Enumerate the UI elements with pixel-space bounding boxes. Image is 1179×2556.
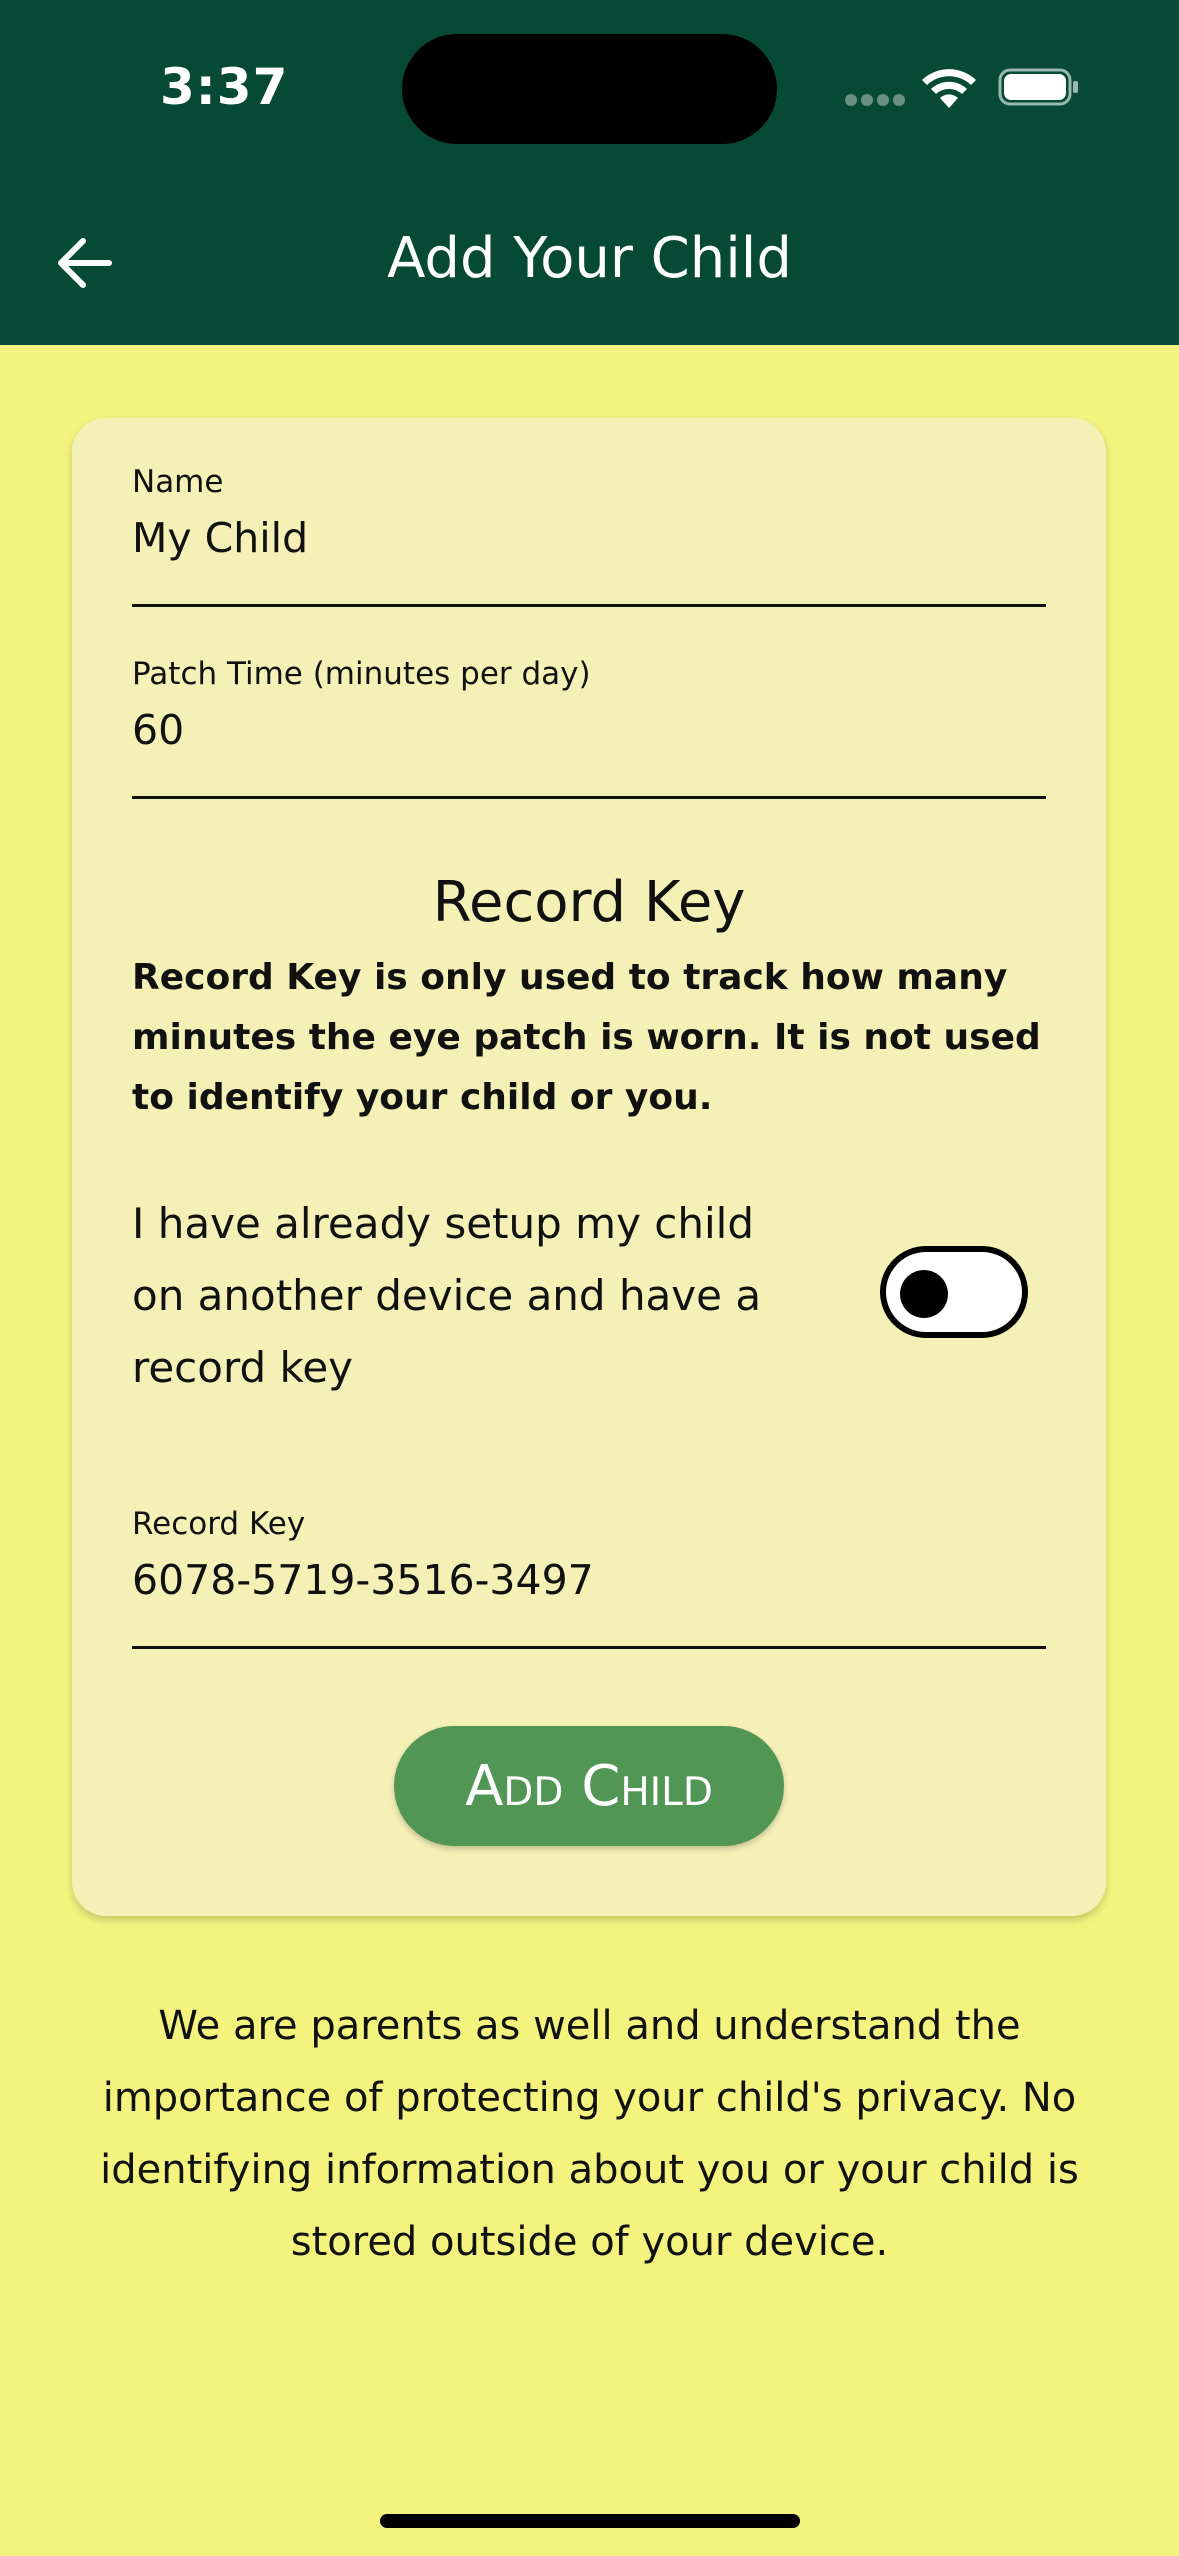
record-key-description: Record Key is only used to track how man… xyxy=(132,957,1041,1118)
page-title: Add Your Child xyxy=(387,226,792,291)
battery-icon xyxy=(998,68,1078,106)
record-key-heading: Record Key xyxy=(432,870,746,935)
record-key-input[interactable] xyxy=(132,1552,1046,1608)
patch-time-field-label: Patch Time (minutes per day) xyxy=(132,656,591,692)
existing-key-toggle[interactable] xyxy=(880,1246,1028,1338)
record-key-field[interactable]: Record Key xyxy=(132,1500,1046,1670)
name-field[interactable]: Name xyxy=(132,458,1046,628)
name-field-label: Name xyxy=(132,464,224,500)
record-key-field-underline xyxy=(132,1646,1046,1649)
add-child-card: Name Patch Time (minutes per day) Record… xyxy=(72,418,1106,1916)
cellular-signal-icon xyxy=(845,94,905,108)
patch-time-field-underline xyxy=(132,796,1046,799)
name-input[interactable] xyxy=(132,510,1046,566)
status-time: 3:37 xyxy=(160,58,289,116)
toggle-knob xyxy=(900,1270,948,1318)
wifi-icon xyxy=(922,69,976,108)
privacy-note: We are parents as well and understand th… xyxy=(100,2003,1079,2265)
app-header: 3:37 Add Your Child xyxy=(0,0,1179,345)
patch-time-input[interactable] xyxy=(132,702,1046,758)
record-key-field-label: Record Key xyxy=(132,1506,306,1542)
dynamic-island xyxy=(402,34,777,144)
existing-key-toggle-label: I have already setup my child on another… xyxy=(132,1199,762,1392)
name-field-underline xyxy=(132,604,1046,607)
add-child-button[interactable]: Add Child xyxy=(394,1726,784,1846)
home-indicator[interactable] xyxy=(380,2514,800,2528)
patch-time-field[interactable]: Patch Time (minutes per day) xyxy=(132,650,1046,820)
